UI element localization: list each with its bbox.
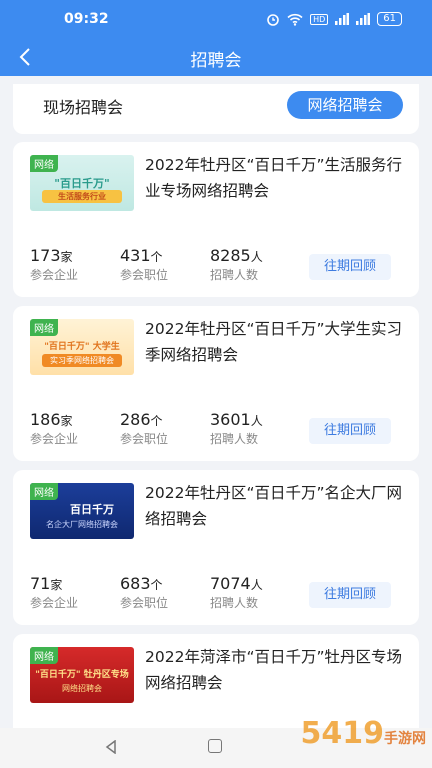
unit-label: 家 (50, 578, 63, 592)
signal-icon (335, 13, 350, 25)
status-icons: HD 61 (266, 12, 402, 26)
companies-count: 173 (30, 246, 61, 265)
positions-count: 683 (120, 574, 151, 593)
fair-thumbnail: 网络 百日千万 名企大厂网络招聘会 (30, 483, 134, 539)
fair-thumbnail: 网络 "百日千万" 生活服务行业 (30, 155, 134, 211)
thumbnail-subtitle: 生活服务行业 (42, 190, 122, 203)
fair-thumbnail: 网络 "百日千万" 牡丹区专场 网络招聘会 (30, 647, 134, 703)
system-home-icon[interactable] (208, 739, 222, 753)
stat-label: 参会职位 (120, 596, 169, 610)
thumbnail-title: 百日千万 (70, 503, 114, 516)
stat-positions: 431个 参会职位 (120, 246, 168, 283)
unit-label: 人 (250, 250, 263, 264)
watermark-number: 5419 (300, 716, 385, 751)
signal-2-icon (356, 13, 371, 25)
app-header: 招聘会 (0, 38, 432, 76)
stat-label: 招聘人数 (210, 268, 259, 282)
online-badge: 网络 (30, 155, 58, 172)
people-count: 3601 (210, 410, 251, 429)
stat-people: 3601人 招聘人数 (210, 410, 263, 447)
stat-companies: 186家 参会企业 (30, 410, 78, 447)
stat-positions: 286个 参会职位 (120, 410, 168, 447)
fair-title: 2022年菏泽市“百日千万”牡丹区专场网络招聘会 (145, 648, 403, 692)
status-time: 09:32 (64, 11, 109, 27)
unit-label: 个 (150, 250, 163, 264)
companies-count: 186 (30, 410, 61, 429)
stat-label: 参会企业 (30, 268, 79, 282)
unit-label: 人 (250, 578, 263, 592)
job-fair-card[interactable]: 网络 "百日千万" 大学生 实习季网络招聘会 2022年牡丹区“百日千万”大学生… (13, 306, 419, 461)
fair-title: 2022年牡丹区“百日千万”大学生实习季网络招聘会 (145, 320, 403, 364)
past-review-button[interactable]: 往期回顾 (309, 418, 391, 444)
fair-title: 2022年牡丹区“百日千万”名企大厂网络招聘会 (145, 484, 403, 528)
stat-label: 参会企业 (30, 596, 79, 610)
page-title: 招聘会 (190, 51, 242, 71)
unit-label: 个 (150, 414, 163, 428)
alarm-icon (267, 14, 279, 26)
companies-count: 71 (30, 574, 51, 593)
stat-positions: 683个 参会职位 (120, 574, 168, 611)
stat-companies: 173家 参会企业 (30, 246, 78, 283)
thumbnail-title: "百日千万" 大学生 (44, 342, 120, 352)
stat-label: 招聘人数 (210, 596, 259, 610)
thumbnail-title: "百日千万" 牡丹区专场 (35, 670, 129, 680)
tab-onsite-fair[interactable]: 现场招聘会 (43, 94, 123, 118)
job-fair-card[interactable]: 网络 百日千万 名企大厂网络招聘会 2022年牡丹区“百日千万”名企大厂网络招聘… (13, 470, 419, 625)
unit-label: 家 (60, 250, 73, 264)
unit-label: 人 (250, 414, 263, 428)
thumbnail-subtitle: 名企大厂网络招聘会 (46, 520, 118, 529)
system-back-icon[interactable] (104, 740, 118, 754)
tab-online-fair[interactable]: 网络招聘会 (287, 91, 403, 119)
fair-thumbnail: 网络 "百日千万" 大学生 实习季网络招聘会 (30, 319, 134, 375)
stat-people: 8285人 招聘人数 (210, 246, 263, 283)
stat-label: 参会企业 (30, 432, 79, 446)
site-watermark-logo: 5419手游网 (301, 716, 427, 751)
thumbnail-subtitle: 网络招聘会 (62, 684, 102, 693)
hd-icon: HD (310, 13, 329, 25)
people-count: 7074 (210, 574, 251, 593)
fair-type-tabs: 现场招聘会 网络招聘会 (13, 84, 419, 134)
battery-icon: 61 (377, 12, 402, 26)
past-review-button[interactable]: 往期回顾 (309, 582, 391, 608)
stat-label: 招聘人数 (210, 432, 259, 446)
wifi-icon (287, 13, 303, 26)
people-count: 8285 (210, 246, 251, 265)
online-badge: 网络 (30, 319, 58, 336)
stat-companies: 71家 参会企业 (30, 574, 78, 611)
unit-label: 个 (150, 578, 163, 592)
past-review-button[interactable]: 往期回顾 (309, 254, 391, 280)
job-fair-card[interactable]: 网络 "百日千万" 生活服务行业 2022年牡丹区“百日千万”生活服务行业专场网… (13, 142, 419, 297)
job-fair-card[interactable]: 网络 "百日千万" 牡丹区专场 网络招聘会 2022年菏泽市“百日千万”牡丹区专… (13, 634, 419, 728)
online-badge: 网络 (30, 483, 58, 500)
thumbnail-subtitle: 实习季网络招聘会 (42, 354, 122, 367)
positions-count: 431 (120, 246, 151, 265)
fair-title: 2022年牡丹区“百日千万”生活服务行业专场网络招聘会 (145, 156, 403, 200)
watermark-text: 手游网 (384, 731, 426, 747)
status-bar: 09:32 HD 61 (0, 0, 432, 38)
unit-label: 家 (60, 414, 73, 428)
positions-count: 286 (120, 410, 151, 429)
stat-label: 参会职位 (120, 432, 169, 446)
stat-label: 参会职位 (120, 268, 169, 282)
stat-people: 7074人 招聘人数 (210, 574, 263, 611)
thumbnail-title: "百日千万" (54, 177, 110, 190)
online-badge: 网络 (30, 647, 58, 664)
